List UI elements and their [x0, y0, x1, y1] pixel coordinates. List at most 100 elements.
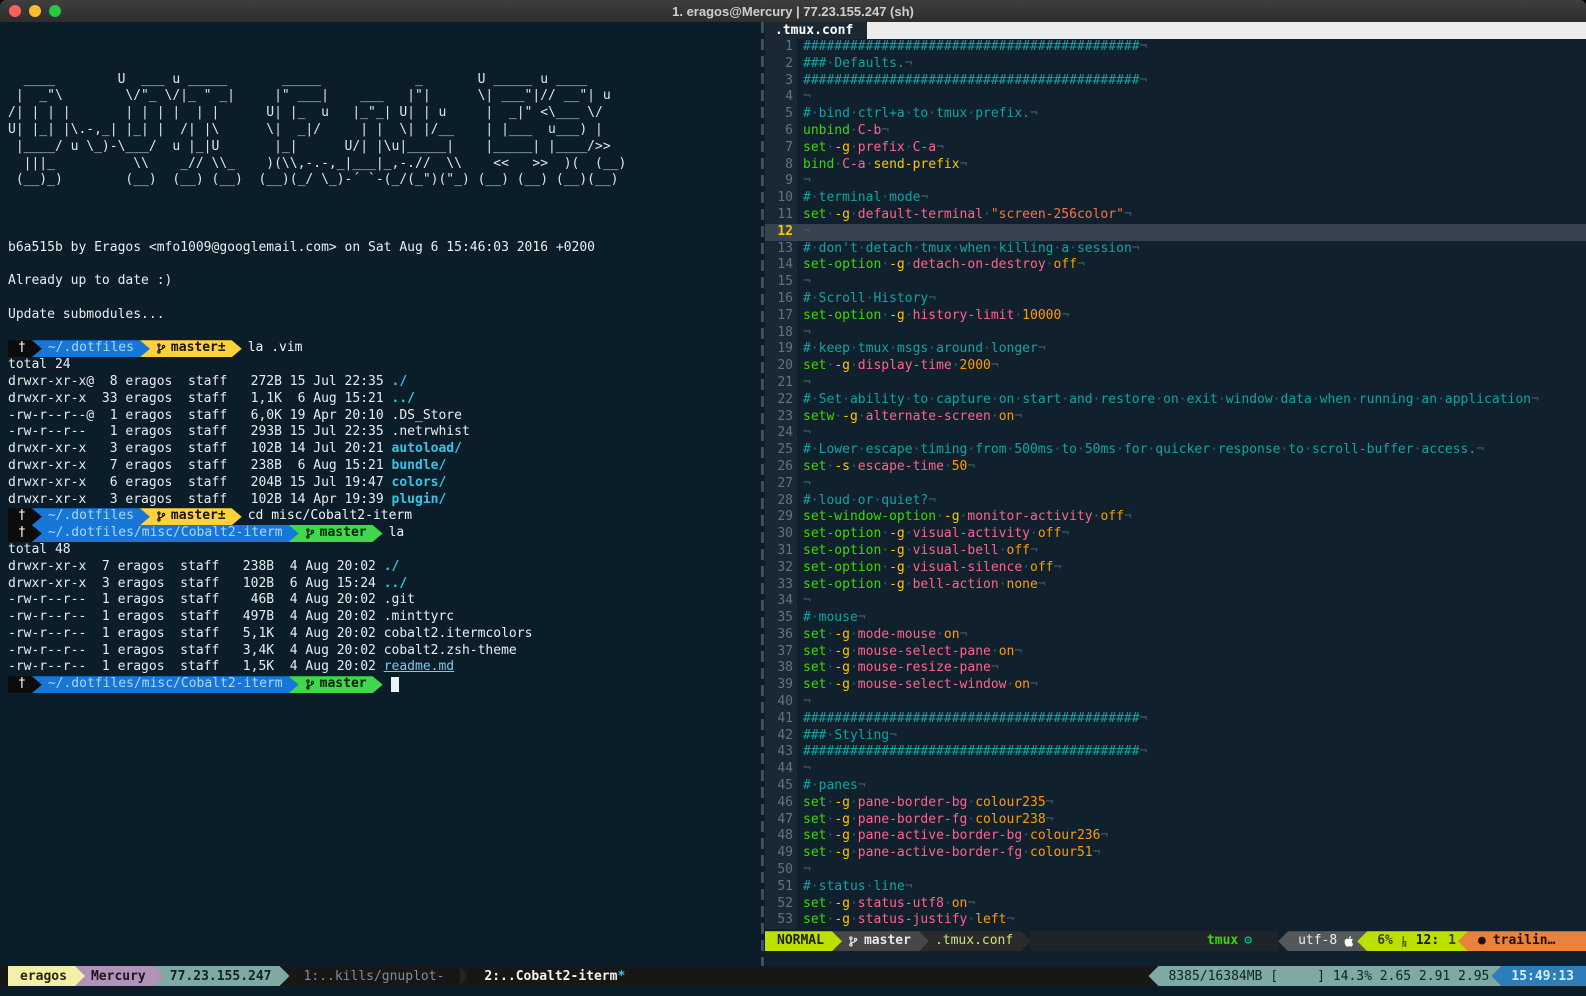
warning-dot-icon: ●: [1478, 933, 1486, 950]
blank-line: [8, 290, 762, 307]
line-number: 46: [765, 795, 797, 812]
file-listing-row: drwxr-xr-x 33 eragos staff 1,1K 6 Aug 15…: [8, 391, 762, 408]
file-name: cobalt2.zsh-theme: [384, 643, 517, 658]
line-number: 11: [765, 207, 797, 224]
line-number: 28: [765, 493, 797, 510]
vim-statusline: NORMAL master .tmux.conf tmux ⚙ utf-8 6%…: [765, 931, 1586, 951]
file-name: .git: [384, 592, 415, 607]
vim-line: 2###·Defaults.¬: [765, 56, 1586, 73]
vim-line-text: ###·Defaults.¬: [797, 56, 913, 73]
line-number-icon: LN: [1402, 937, 1407, 947]
line-number: 43: [765, 744, 797, 761]
listing-columns: -rw-r--r-- 1 eragos staff 3,4K 4 Aug 20:…: [8, 643, 384, 658]
line-number: 10: [765, 190, 797, 207]
prompt-path-segment: ~/.dotfiles: [32, 340, 150, 357]
shell-prompt-line: †~/.dotfilesmaster±cd misc/Cobalt2-iterm: [8, 508, 762, 525]
line-number: 26: [765, 459, 797, 476]
warning-label: trailin…: [1493, 933, 1556, 950]
line-number: 53: [765, 912, 797, 929]
file-name: .netrwhist: [392, 424, 470, 439]
vim-line-text: #·mouse¬: [797, 610, 866, 627]
tmux-status-bar: eragos Mercury 77.23.155.247 1:..kills/g…: [0, 966, 1586, 986]
directory-name: bundle/: [392, 458, 447, 473]
vim-line-text: set·-g·status-justify·left¬: [797, 912, 1014, 929]
vim-line: 31set-option·-g·visual-bell·off¬: [765, 543, 1586, 560]
shell-pane[interactable]: ____ U ___ u _____ _____ _ U _____ u ___…: [0, 22, 762, 966]
vim-line-text: set·-g·mouse-resize-pane¬: [797, 660, 999, 677]
file-listing-row: -rw-r--r-- 1 eragos staff 497B 4 Aug 20:…: [8, 609, 762, 626]
vim-line: 38set·-g·mouse-resize-pane¬: [765, 660, 1586, 677]
cursor-column: 1: [1448, 933, 1456, 950]
line-number: 24: [765, 425, 797, 442]
listing-columns: -rw-r--r-- 1 eragos staff 5,1K 4 Aug 20:…: [8, 626, 384, 641]
terminal-text-line: Update submodules...: [8, 307, 762, 324]
terminal-text-line: total 48: [8, 542, 762, 559]
git-branch-icon: [305, 678, 315, 691]
scroll-percent: 6%: [1377, 933, 1393, 950]
line-number: 36: [765, 627, 797, 644]
vim-line: 26set·-s·escape-time·50¬: [765, 459, 1586, 476]
blank-line: [8, 324, 762, 341]
vim-line: 52set·-g·status-utf8·on¬: [765, 896, 1586, 913]
line-number: 15: [765, 274, 797, 291]
line-number: 18: [765, 325, 797, 342]
command-text: cd misc/Cobalt2-iterm: [248, 508, 412, 525]
vim-line: 37set·-g·mouse-select-pane·on¬: [765, 644, 1586, 661]
line-number: 48: [765, 828, 797, 845]
terminal-text-line: Already up to date :): [8, 273, 762, 290]
line-number: 44: [765, 761, 797, 778]
vim-line: 8bind·C-a·send-prefix¬: [765, 157, 1586, 174]
terminal-text-line: total 24: [8, 357, 762, 374]
tmux-window-list: 1:..kills/gnuplot- 2:..Cobalt2-iterm*: [290, 966, 640, 986]
directory-name: plugin/: [392, 492, 447, 507]
vim-line-text: set-option·-g·visual-activity·off¬: [797, 526, 1069, 543]
vim-line-text: ¬: [797, 761, 811, 778]
vim-line-text: set·-g·pane-active-border-fg·colour51¬: [797, 845, 1100, 862]
listing-columns: drwxr-xr-x 3 eragos staff 102B 14 Apr 19…: [8, 492, 392, 507]
vim-line-text: ¬: [797, 89, 811, 106]
vim-line: 5#·bind·ctrl+a·to·tmux·prefix.¬: [765, 106, 1586, 123]
vim-line: 30set-option·-g·visual-activity·off¬: [765, 526, 1586, 543]
vim-line: 46set·-g·pane-border-bg·colour235¬: [765, 795, 1586, 812]
vim-line: 25#·Lower·escape·timing·from·500ms·to·50…: [765, 442, 1586, 459]
line-number: 16: [765, 291, 797, 308]
file-name: cobalt2.itermcolors: [384, 626, 533, 641]
shell-output: b6a515b by Eragos <mfo1009@googlemail.co…: [8, 223, 762, 693]
terminal-cursor[interactable]: [391, 677, 399, 692]
vim-line-text: set·-g·mouse-select-pane·on¬: [797, 644, 1022, 661]
file-listing-row: -rw-r--r-- 1 eragos staff 1,5K 4 Aug 20:…: [8, 659, 762, 676]
line-number: 51: [765, 879, 797, 896]
vim-buffer[interactable]: 1#######################################…: [765, 39, 1586, 929]
vim-line: 21¬: [765, 375, 1586, 392]
listing-columns: drwxr-xr-x 3 eragos staff 102B 6 Aug 15:…: [8, 576, 384, 591]
file-listing-row: -rw-r--r-- 1 eragos staff 3,4K 4 Aug 20:…: [8, 643, 762, 660]
file-listing-row: drwxr-xr-x 3 eragos staff 102B 14 Jul 20…: [8, 441, 762, 458]
vim-line-text: #·don't·detach·tmux·when·killing·a·sessi…: [797, 241, 1140, 258]
tmux-window-2[interactable]: 2:..Cobalt2-iterm*: [470, 966, 639, 986]
vim-line: 35#·mouse¬: [765, 610, 1586, 627]
tmux-window-1[interactable]: 1:..kills/gnuplot-: [290, 966, 459, 986]
vim-line: 7set·-g·prefix·C-a¬: [765, 140, 1586, 157]
line-number: 3: [765, 73, 797, 90]
statusline-encoding: utf-8: [1278, 931, 1367, 951]
vim-line-text: #·terminal·mode¬: [797, 190, 928, 207]
file-listing-row: drwxr-xr-x@ 8 eragos staff 272B 15 Jul 2…: [8, 374, 762, 391]
shell-prompt-line: †~/.dotfiles/misc/Cobalt2-itermmaster: [8, 676, 762, 693]
line-number: 25: [765, 442, 797, 459]
blank-line: [8, 223, 762, 240]
vim-line: 49set·-g·pane-active-border-fg·colour51¬: [765, 845, 1586, 862]
vim-line: 29set-window-option·-g·monitor-activity·…: [765, 509, 1586, 526]
vim-pane[interactable]: .tmux.conf 1############################…: [765, 22, 1586, 966]
file-link[interactable]: readme.md: [384, 659, 454, 674]
vim-tab-filename[interactable]: .tmux.conf: [765, 22, 867, 39]
vim-line-text: #·Scroll·History¬: [797, 291, 936, 308]
statusline-fill: tmux ⚙: [1031, 931, 1278, 951]
vim-line-text: set·-g·mode-mouse·on¬: [797, 627, 967, 644]
tmux-pane-border[interactable]: [761, 22, 764, 966]
tmux-memory-cpu-status: 8385/16384MB [ ] 14.3% 2.65 2.91 2.95: [1148, 966, 1501, 986]
tmux-ip-address: 77.23.155.247: [154, 966, 290, 986]
vim-line: 13#·don't·detach·tmux·when·killing·a·ses…: [765, 241, 1586, 258]
prompt-path-segment: ~/.dotfiles/misc/Cobalt2-iterm: [32, 525, 299, 542]
file-listing-row: drwxr-xr-x 3 eragos staff 102B 14 Apr 19…: [8, 492, 762, 509]
line-number: 49: [765, 845, 797, 862]
